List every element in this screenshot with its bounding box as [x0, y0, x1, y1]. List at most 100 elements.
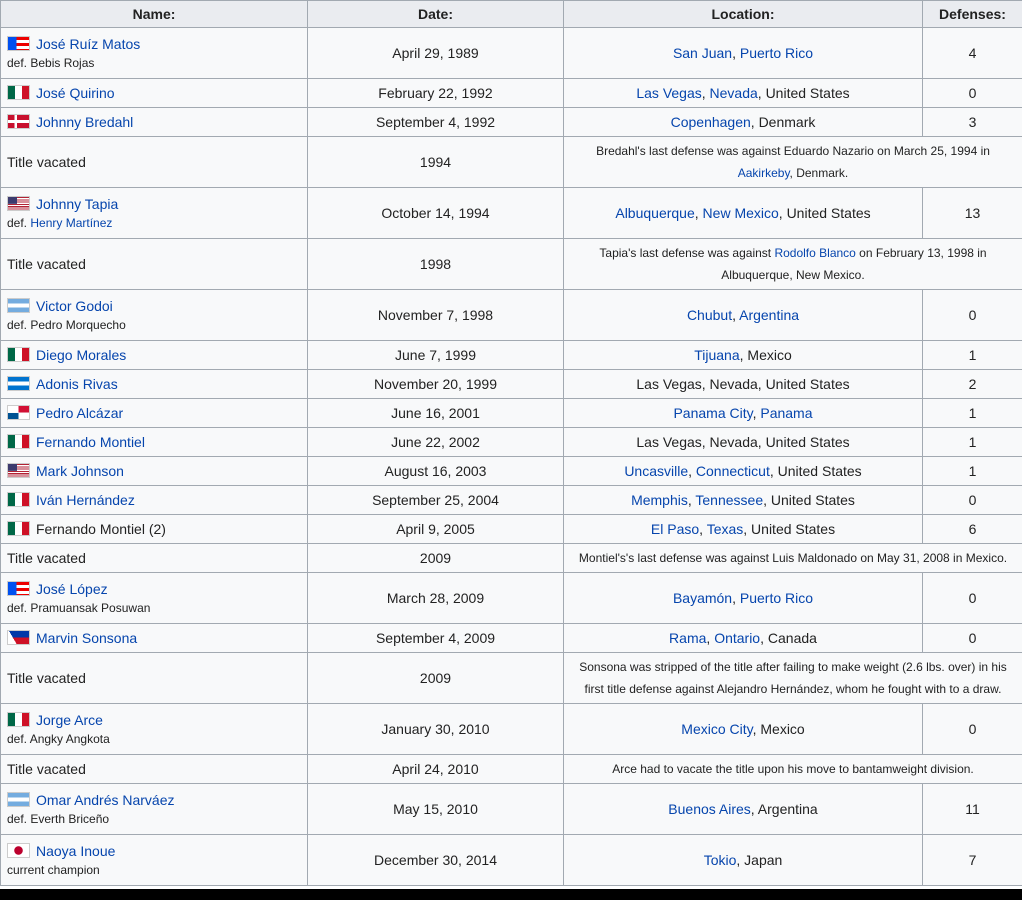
- location-link[interactable]: Memphis: [631, 492, 688, 508]
- united-states-flag-icon: [7, 463, 30, 478]
- location-link[interactable]: Buenos Aires: [668, 801, 751, 817]
- location-link[interactable]: Copenhagen: [671, 114, 751, 130]
- location-link[interactable]: Texas: [707, 521, 744, 537]
- location-link[interactable]: Connecticut: [696, 463, 770, 479]
- table-row: José López def. Pramuansak Posuwan March…: [0, 572, 1022, 624]
- name-cell: Omar Andrés Narváez def. Everth Briceño: [0, 783, 308, 835]
- boxer-link[interactable]: Mark Johnson: [36, 463, 124, 479]
- name-cell: Title vacated: [0, 238, 308, 290]
- opponent-text: def. Pramuansak Posuwan: [7, 601, 151, 615]
- note-link[interactable]: Aakirkeby: [738, 166, 790, 180]
- name-cell: Naoya Inoue current champion: [0, 834, 308, 886]
- location-link[interactable]: Albuquerque: [615, 205, 694, 221]
- location-link[interactable]: Ontario: [714, 630, 760, 646]
- location-link[interactable]: El Paso: [651, 521, 699, 537]
- boxer-link[interactable]: Adonis Rivas: [36, 376, 118, 392]
- boxer-link[interactable]: Johnny Bredahl: [36, 114, 133, 130]
- boxer-link[interactable]: José Ruíz Matos: [36, 36, 140, 52]
- name-cell: Diego Morales: [0, 340, 308, 370]
- date-cell: November 7, 1998: [307, 289, 564, 341]
- note-cell: Bredahl's last defense was against Eduar…: [563, 136, 1022, 188]
- location-link[interactable]: Panama: [760, 405, 812, 421]
- date-cell: February 22, 1992: [307, 78, 564, 108]
- boxer-link[interactable]: Victor Godoi: [36, 298, 113, 314]
- header-defenses[interactable]: Defenses:: [922, 0, 1022, 28]
- name-cell: Adonis Rivas: [0, 369, 308, 399]
- note-link[interactable]: Rodolfo Blanco: [774, 246, 855, 260]
- location-link[interactable]: Puerto Rico: [740, 45, 813, 61]
- honduras-flag-icon: [7, 376, 30, 391]
- location-cell: El Paso, Texas, United States: [563, 514, 923, 544]
- note-cell: Tapia's last defense was against Rodolfo…: [563, 238, 1022, 290]
- table-row: Iván Hernández September 25, 2004 Memphi…: [0, 485, 1022, 515]
- opponent-text: def. Everth Briceño: [7, 812, 110, 826]
- boxer-link[interactable]: José Quirino: [36, 85, 115, 101]
- puerto-rico-flag-icon: [7, 36, 30, 51]
- location-link[interactable]: Chubut: [687, 307, 732, 323]
- puerto-rico-flag-icon: [7, 581, 30, 596]
- table-row: Title vacated 1994 Bredahl's last defens…: [0, 136, 1022, 188]
- table-row: Omar Andrés Narváez def. Everth Briceño …: [0, 783, 1022, 835]
- date-cell: 2009: [307, 652, 564, 704]
- separator: ,: [699, 521, 707, 537]
- table-row: Diego Morales June 7, 1999 Tijuana, Mexi…: [0, 340, 1022, 370]
- table-row: Adonis Rivas November 20, 1999 Las Vegas…: [0, 369, 1022, 399]
- table-row: Victor Godoi def. Pedro Morquecho Novemb…: [0, 289, 1022, 341]
- location-link[interactable]: Tennessee: [695, 492, 763, 508]
- location-link[interactable]: Rama: [669, 630, 706, 646]
- location-link[interactable]: Panama City: [673, 405, 752, 421]
- header-name[interactable]: Name:: [0, 0, 308, 28]
- separator: ,: [694, 205, 703, 221]
- boxer-link[interactable]: Diego Morales: [36, 347, 126, 363]
- table-row: Marvin Sonsona September 4, 2009 Rama, O…: [0, 623, 1022, 653]
- location-link[interactable]: New Mexico: [703, 205, 779, 221]
- location-link[interactable]: Las Vegas: [636, 85, 701, 101]
- date-cell: June 22, 2002: [307, 427, 564, 457]
- location-text: , Denmark: [750, 114, 816, 130]
- name-cell: Iván Hernández: [0, 485, 308, 515]
- boxer-link[interactable]: Omar Andrés Narváez: [36, 792, 175, 808]
- name-cell: Jorge Arce def. Angky Angkota: [0, 703, 308, 755]
- boxer-link[interactable]: Johnny Tapia: [36, 196, 118, 212]
- mexico-flag-icon: [7, 492, 30, 507]
- table-row: Jorge Arce def. Angky Angkota January 30…: [0, 703, 1022, 755]
- location-cell: Las Vegas, Nevada, United States: [563, 78, 923, 108]
- location-link[interactable]: Uncasville: [624, 463, 688, 479]
- date-cell: 2009: [307, 543, 564, 573]
- separator: ,: [701, 85, 710, 101]
- argentina-flag-icon: [7, 298, 30, 313]
- location-link[interactable]: Argentina: [739, 307, 799, 323]
- location-text: , United States: [778, 205, 871, 221]
- location-cell: Tokio, Japan: [563, 834, 923, 886]
- location-link[interactable]: Mexico City: [681, 721, 752, 737]
- date-cell: September 4, 1992: [307, 107, 564, 137]
- name-cell: Johnny Tapia def. Henry Martínez: [0, 187, 308, 239]
- champions-table: Name: Date: Location: Defenses: José Ruí…: [0, 0, 1022, 886]
- boxer-link[interactable]: Fernando Montiel: [36, 434, 145, 450]
- boxer-link[interactable]: Pedro Alcázar: [36, 405, 123, 421]
- boxer-link[interactable]: Marvin Sonsona: [36, 630, 137, 646]
- opponent-link[interactable]: Henry Martínez: [30, 216, 112, 230]
- location-link[interactable]: Bayamón: [673, 590, 732, 606]
- defenses-cell: 11: [922, 783, 1022, 835]
- defenses-cell: 0: [922, 623, 1022, 653]
- header-location[interactable]: Location:: [563, 0, 923, 28]
- boxer-link[interactable]: José López: [36, 581, 108, 597]
- location-text: , Mexico: [739, 347, 792, 363]
- header-date[interactable]: Date:: [307, 0, 564, 28]
- header-row: Name: Date: Location: Defenses:: [0, 0, 1022, 28]
- location-link[interactable]: Nevada: [710, 85, 758, 101]
- location-link[interactable]: Tokio: [704, 852, 737, 868]
- location-link[interactable]: San Juan: [673, 45, 732, 61]
- boxer-link[interactable]: Jorge Arce: [36, 712, 103, 728]
- boxer-link[interactable]: Iván Hernández: [36, 492, 135, 508]
- mexico-flag-icon: [7, 712, 30, 727]
- location-cell: Uncasville, Connecticut, United States: [563, 456, 923, 486]
- location-cell: Memphis, Tennessee, United States: [563, 485, 923, 515]
- location-link[interactable]: Tijuana: [694, 347, 739, 363]
- location-link[interactable]: Puerto Rico: [740, 590, 813, 606]
- boxer-link[interactable]: Naoya Inoue: [36, 843, 115, 859]
- location-text: , United States: [769, 463, 862, 479]
- opponent-text: def. Bebis Rojas: [7, 56, 95, 70]
- note-cell: Montiel's's last defense was against Lui…: [563, 543, 1022, 573]
